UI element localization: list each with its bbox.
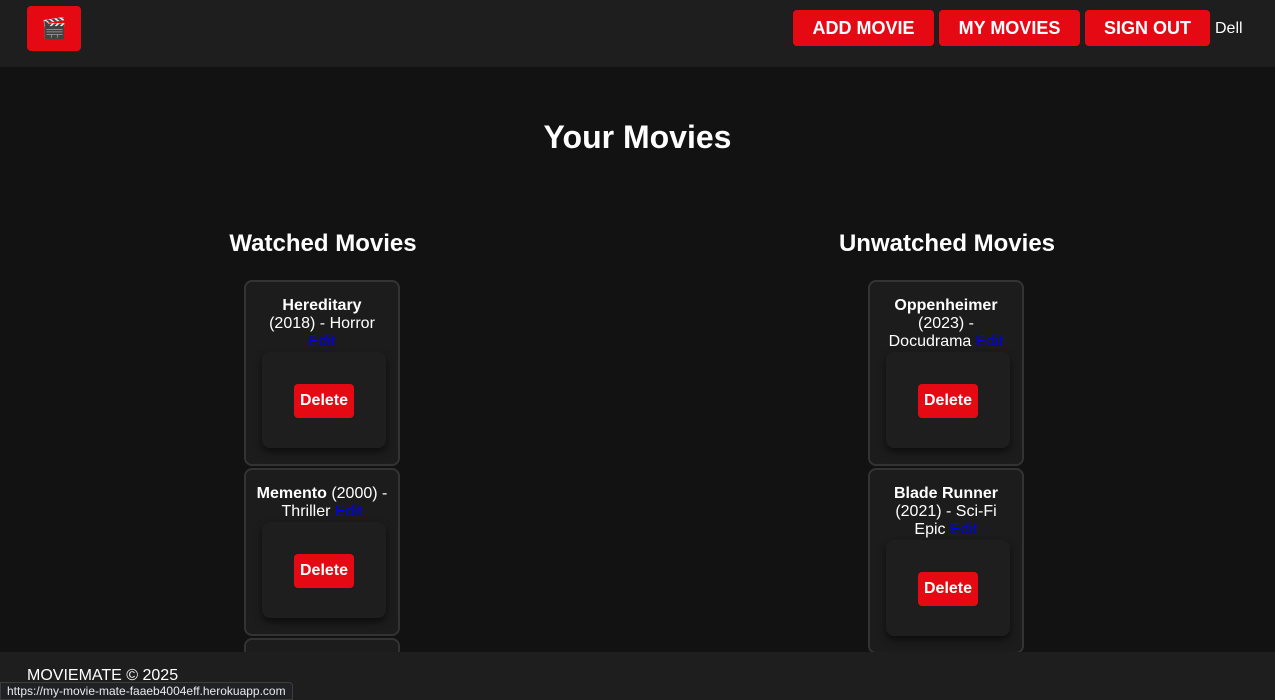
delete-form: Delete	[262, 522, 386, 618]
movie-meta: (2021) - Sci-Fi Epic	[895, 503, 997, 538]
logo-button[interactable]: 🎬	[27, 6, 81, 51]
edit-link[interactable]: Edit	[976, 333, 1004, 350]
edit-link[interactable]: Edit	[308, 333, 336, 350]
movie-title: Memento	[256, 485, 327, 502]
delete-button[interactable]: Delete	[294, 384, 354, 418]
page-title: Your Movies	[543, 119, 732, 155]
movie-card-hereditary: Hereditary (2018) - Horror Edit Delete	[244, 280, 400, 466]
delete-form: Delete	[262, 352, 386, 448]
my-movies-button[interactable]: MY MOVIES	[939, 10, 1080, 46]
movie-meta: (2023) - Docudrama	[888, 315, 975, 350]
delete-button[interactable]: Delete	[918, 384, 978, 418]
clapperboard-icon: 🎬	[41, 18, 67, 40]
add-movie-button[interactable]: ADD MOVIE	[793, 10, 934, 46]
movie-card-memento: Memento (2000) - Thriller Edit Delete	[244, 468, 400, 636]
edit-link[interactable]: Edit	[335, 503, 363, 520]
status-bar-url: https://my-movie-mate-faaeb4004eff.herok…	[0, 682, 293, 700]
movie-card-blade-runner: Blade Runner (2021) - Sci-Fi Epic Edit D…	[868, 468, 1024, 654]
edit-link[interactable]: Edit	[950, 521, 978, 538]
unwatched-movies-heading: Unwatched Movies	[838, 230, 1056, 257]
delete-button[interactable]: Delete	[918, 572, 978, 606]
delete-form: Delete	[886, 540, 1010, 636]
movie-title: Hereditary	[282, 297, 362, 314]
delete-button[interactable]: Delete	[294, 554, 354, 588]
delete-form: Delete	[886, 352, 1010, 448]
watched-movies-heading: Watched Movies	[229, 230, 417, 257]
sign-out-button[interactable]: SIGN OUT	[1085, 10, 1210, 46]
navbar: 🎬 ADD MOVIE MY MOVIES SIGN OUT Dell	[0, 0, 1275, 67]
username-label: Dell	[1215, 20, 1243, 37]
movie-title: Oppenheimer	[894, 297, 998, 314]
movie-title: Blade Runner	[893, 485, 998, 502]
movie-card-oppenheimer: Oppenheimer (2023) - Docudrama Edit Dele…	[868, 280, 1024, 466]
movie-meta: (2018) - Horror	[269, 315, 375, 332]
